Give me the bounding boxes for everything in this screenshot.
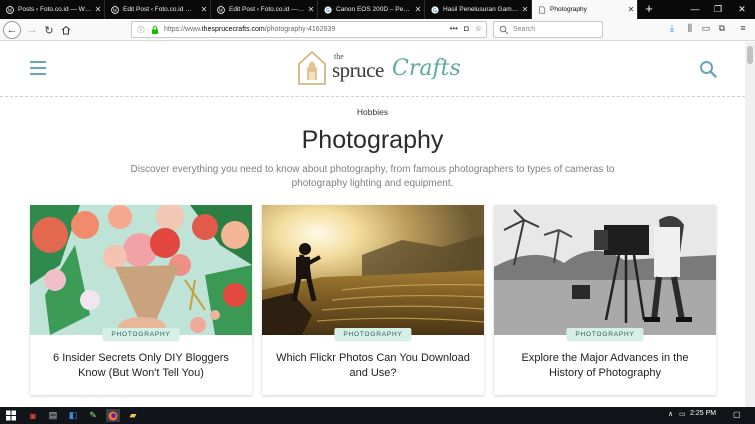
breadcrumb[interactable]: Hobbies [0,107,745,117]
notifications-icon[interactable]: ▢ [733,410,741,419]
url-text: https://www.thesprucecrafts.com/photogra… [164,26,335,33]
article-card[interactable]: PHOTOGRAPHY 6 Insider Secrets Only DIY B… [30,205,252,395]
close-icon[interactable]: ✕ [519,5,531,14]
network-icon[interactable]: ▭ [679,410,686,418]
article-card[interactable]: PHOTOGRAPHY Which Flickr Photos Can You … [262,205,484,395]
logo-crafts: Crafts [392,56,461,81]
taskbar-clock[interactable]: 2:25 PM [690,410,716,417]
url-domain: thesprucecrafts.com [201,26,265,33]
close-icon[interactable]: ✕ [198,5,210,14]
download-icon[interactable]: ⤓ [666,23,678,36]
address-bar[interactable]: ⓘ https://www.thesprucecrafts.com/photog… [131,21,487,38]
close-icon[interactable]: ✕ [92,5,104,14]
url-prefix: https://www. [164,26,202,33]
tab-label: Edit Post ‹ Foto.co.id — WordPress [229,6,305,13]
article-card[interactable]: PHOTOGRAPHY Explore the Major Advances i… [494,205,716,395]
vintage-camera-image [494,205,716,335]
search-placeholder: Search [513,26,536,33]
tab-image-search[interactable]: G Hasil Penelusuran Gambar ✕ [425,0,532,19]
arrow-right-icon: → [26,24,38,36]
home-button[interactable] [57,21,75,39]
tab-bar: W Posts ‹ Foto.co.id — WordPress ✕ W Edi… [0,0,755,19]
tab-label: Posts ‹ Foto.co.id — WordPress [18,6,92,13]
close-icon[interactable]: ✕ [305,5,317,14]
home-icon [61,25,71,35]
close-window-button[interactable]: ✕ [730,0,754,19]
svg-text:W: W [8,8,13,13]
scrollbar-thumb[interactable] [747,46,753,64]
app-icon-green[interactable]: ✎ [86,409,100,422]
svg-text:G: G [433,7,437,13]
app-icon-red[interactable]: ◙ [26,409,40,422]
card-title[interactable]: Which Flickr Photos Can You Download and… [272,351,474,381]
category-tag[interactable]: PHOTOGRAPHY [566,328,644,341]
arrow-left-icon: ← [6,24,18,36]
logo-spruce: spruce [332,58,384,82]
page-actions-icon[interactable]: ••• [450,24,458,33]
pocket-icon[interactable]: ◘ [464,24,469,33]
search-input[interactable]: Search [493,21,603,38]
google-icon: G [324,5,332,13]
new-tab-button[interactable]: + [640,0,658,19]
menu-icon[interactable]: ≡ [737,23,749,36]
firefox-taskbar-icon[interactable] [106,409,120,422]
card-title[interactable]: 6 Insider Secrets Only DIY Bloggers Know… [40,351,242,381]
sidebar-icon[interactable]: ▭ [700,23,712,36]
bookmark-star-icon[interactable]: ☆ [475,24,482,33]
wordpress-icon: W [217,5,225,14]
windows-taskbar: ◙ ▤ ◧ ✎ ▰ ∧ ▭ 2:25 PM ▢ [0,407,755,424]
page-scrollbar[interactable] [745,42,755,407]
svg-text:W: W [113,8,118,13]
category-tag[interactable]: PHOTOGRAPHY [334,328,412,341]
web-page: the spruce Crafts Hobbies Photography Di… [0,42,745,407]
category-tag[interactable]: PHOTOGRAPHY [102,328,180,341]
sunset-photographer-image [262,205,484,335]
card-title[interactable]: Explore the Major Advances in the Histor… [504,351,706,381]
site-header: the spruce Crafts [0,42,745,97]
info-icon[interactable]: ⓘ [136,25,146,35]
library-icon[interactable]: ⫼ [684,23,696,36]
nav-toolbar: ← → ↻ ⓘ https://www.thesprucecrafts.com/… [0,19,755,41]
page-description: Discover everything you need to know abo… [130,164,615,189]
search-icon [499,25,509,34]
forward-button[interactable]: → [23,21,41,39]
app-icon-blue[interactable]: ◧ [66,409,80,422]
tab-label: Canon EOS 200D – Penelusuran [336,6,412,13]
tab-label: Photography [550,6,587,13]
tab-edit-post-2[interactable]: W Edit Post ‹ Foto.co.id — WordPress ✕ [211,0,318,19]
restore-button[interactable]: ❐ [706,0,730,19]
house-logo-icon [298,50,326,85]
tab-photography[interactable]: Photography ✕ [532,0,638,19]
screenshot-icon[interactable]: ⧉ [716,23,728,36]
tab-edit-post-1[interactable]: W Edit Post ‹ Foto.co.id — WordPress ✕ [105,0,211,19]
tab-posts[interactable]: W Posts ‹ Foto.co.id — WordPress ✕ [0,0,105,19]
minimize-button[interactable]: — [683,0,707,19]
tab-label: Edit Post ‹ Foto.co.id — WordPress [123,6,198,13]
page-title: Photography [301,126,444,154]
tab-canon-search[interactable]: G Canon EOS 200D – Penelusuran ✕ [318,0,425,19]
windows-start-icon[interactable] [4,409,18,422]
app-icon-doc[interactable]: ▤ [46,409,60,422]
page-icon [539,5,546,14]
reload-icon: ↻ [44,24,54,37]
tab-label: Hasil Penelusuran Gambar [443,6,519,13]
site-search-icon[interactable] [699,60,717,78]
back-button[interactable]: ← [3,21,21,39]
svg-text:G: G [326,7,330,13]
close-icon[interactable]: ✕ [625,5,637,14]
paper-flowers-image [30,205,252,335]
address-bar-actions: ••• ◘ ☆ [450,24,482,33]
reload-button[interactable]: ↻ [40,21,58,39]
hamburger-menu-icon[interactable] [30,61,46,75]
firefox-icon [108,411,118,420]
url-path: /photography-4162939 [264,26,336,33]
lock-icon [152,25,158,34]
google-icon: G [431,5,439,13]
close-icon[interactable]: ✕ [412,5,424,14]
file-explorer-icon[interactable]: ▰ [126,409,140,422]
chevron-up-icon[interactable]: ∧ [668,410,673,418]
wordpress-icon: W [111,5,119,14]
wordpress-icon: W [6,5,14,14]
svg-text:W: W [219,8,224,13]
